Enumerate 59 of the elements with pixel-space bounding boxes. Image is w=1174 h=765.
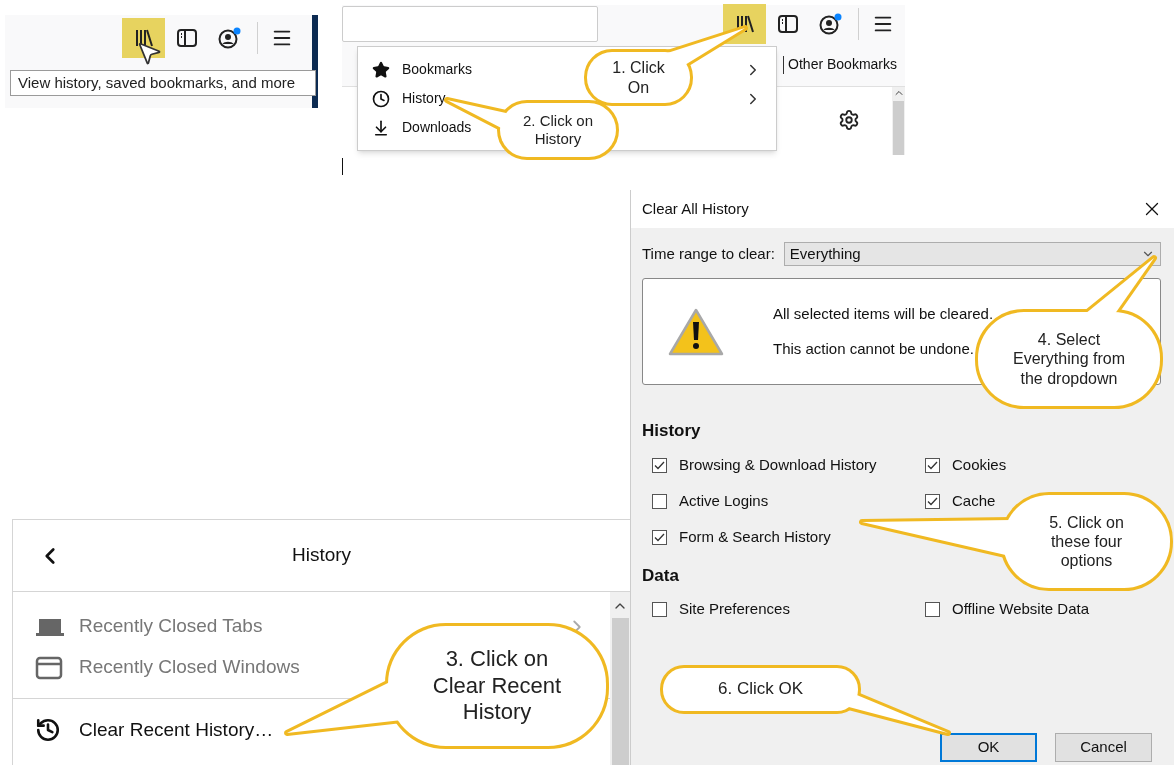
- dialog-button[interactable]: OK: [940, 733, 1037, 762]
- tooltip-text: View history, saved bookmarks, and more: [18, 72, 296, 93]
- checkbox[interactable]: [925, 493, 940, 509]
- checkbox[interactable]: [652, 457, 667, 473]
- check-icon: [654, 532, 665, 542]
- checkbox[interactable]: [652, 602, 667, 617]
- panel-title: History: [292, 543, 352, 568]
- checkbox[interactable]: [925, 457, 940, 473]
- checkbox[interactable]: [925, 602, 940, 617]
- library-icon: [133, 29, 154, 47]
- sidebar-icon: [176, 29, 197, 47]
- checkbox-option[interactable]: Site Preferences: [652, 600, 790, 619]
- checkbox-option[interactable]: Offline Website Data: [925, 600, 1089, 619]
- clear-history-item[interactable]: Clear Recent History…: [35, 699, 274, 761]
- menu-item[interactable]: Downloads: [372, 117, 472, 138]
- menu-item[interactable]: Bookmarks: [372, 59, 473, 80]
- dialog-title: Clear All History: [642, 198, 749, 219]
- checkbox[interactable]: [652, 493, 667, 509]
- library-icon: [734, 15, 755, 33]
- scrollbar-thumb[interactable]: [893, 101, 904, 155]
- checkbox-option[interactable]: Active Logins: [652, 491, 769, 511]
- checkbox[interactable]: [652, 529, 667, 545]
- settings-icon[interactable]: [838, 109, 860, 131]
- scrollbar[interactable]: [892, 87, 905, 155]
- check-icon: [927, 460, 938, 470]
- checkbox-option[interactable]: Cookies: [925, 455, 1007, 475]
- section-heading: Data: [642, 564, 680, 587]
- callout-text: 5. Click on these four options: [1049, 512, 1124, 571]
- time-range-dropdown[interactable]: Everything: [783, 242, 1161, 266]
- checkbox-option[interactable]: Browsing & Download History: [652, 455, 877, 475]
- scrollbar-thumb[interactable]: [611, 618, 629, 765]
- callout-text: 4. Select Everything from the dropdown: [1012, 330, 1125, 388]
- callout-text: 3. Click on Clear Recent History: [432, 646, 562, 726]
- dialog-button[interactable]: Cancel: [1055, 733, 1152, 762]
- callout-text: 2. Click on History: [523, 112, 593, 148]
- download-icon: [372, 118, 390, 137]
- url-field[interactable]: [342, 6, 598, 42]
- section-heading: History: [642, 420, 702, 442]
- check-icon: [654, 460, 665, 470]
- text-cursor: [342, 158, 343, 175]
- warning-text: This action cannot be undone.: [773, 338, 975, 359]
- field-label: Time range to clear:: [642, 243, 775, 264]
- window-icon: [35, 655, 63, 680]
- callout-text: 1. Click On: [612, 58, 665, 97]
- history-icon: [35, 717, 61, 743]
- check-icon: [927, 496, 938, 506]
- scrollbar[interactable]: [610, 592, 630, 765]
- callout-text: 6. Click OK: [718, 679, 803, 700]
- warning-text: All selected items will be cleared.: [773, 304, 994, 324]
- bookmark-folder[interactable]: Other Bookmarks: [788, 54, 897, 75]
- checkbox-option[interactable]: Cache: [925, 491, 996, 511]
- clock-icon: [372, 89, 390, 108]
- sidebar-icon: [777, 15, 798, 33]
- library-button[interactable]: [122, 18, 165, 58]
- star-icon: [372, 60, 390, 79]
- menu-item[interactable]: History: [372, 88, 446, 109]
- laptop-icon: [35, 616, 65, 637]
- checkbox-option[interactable]: Form & Search History: [652, 527, 831, 547]
- warning-icon: [667, 306, 725, 357]
